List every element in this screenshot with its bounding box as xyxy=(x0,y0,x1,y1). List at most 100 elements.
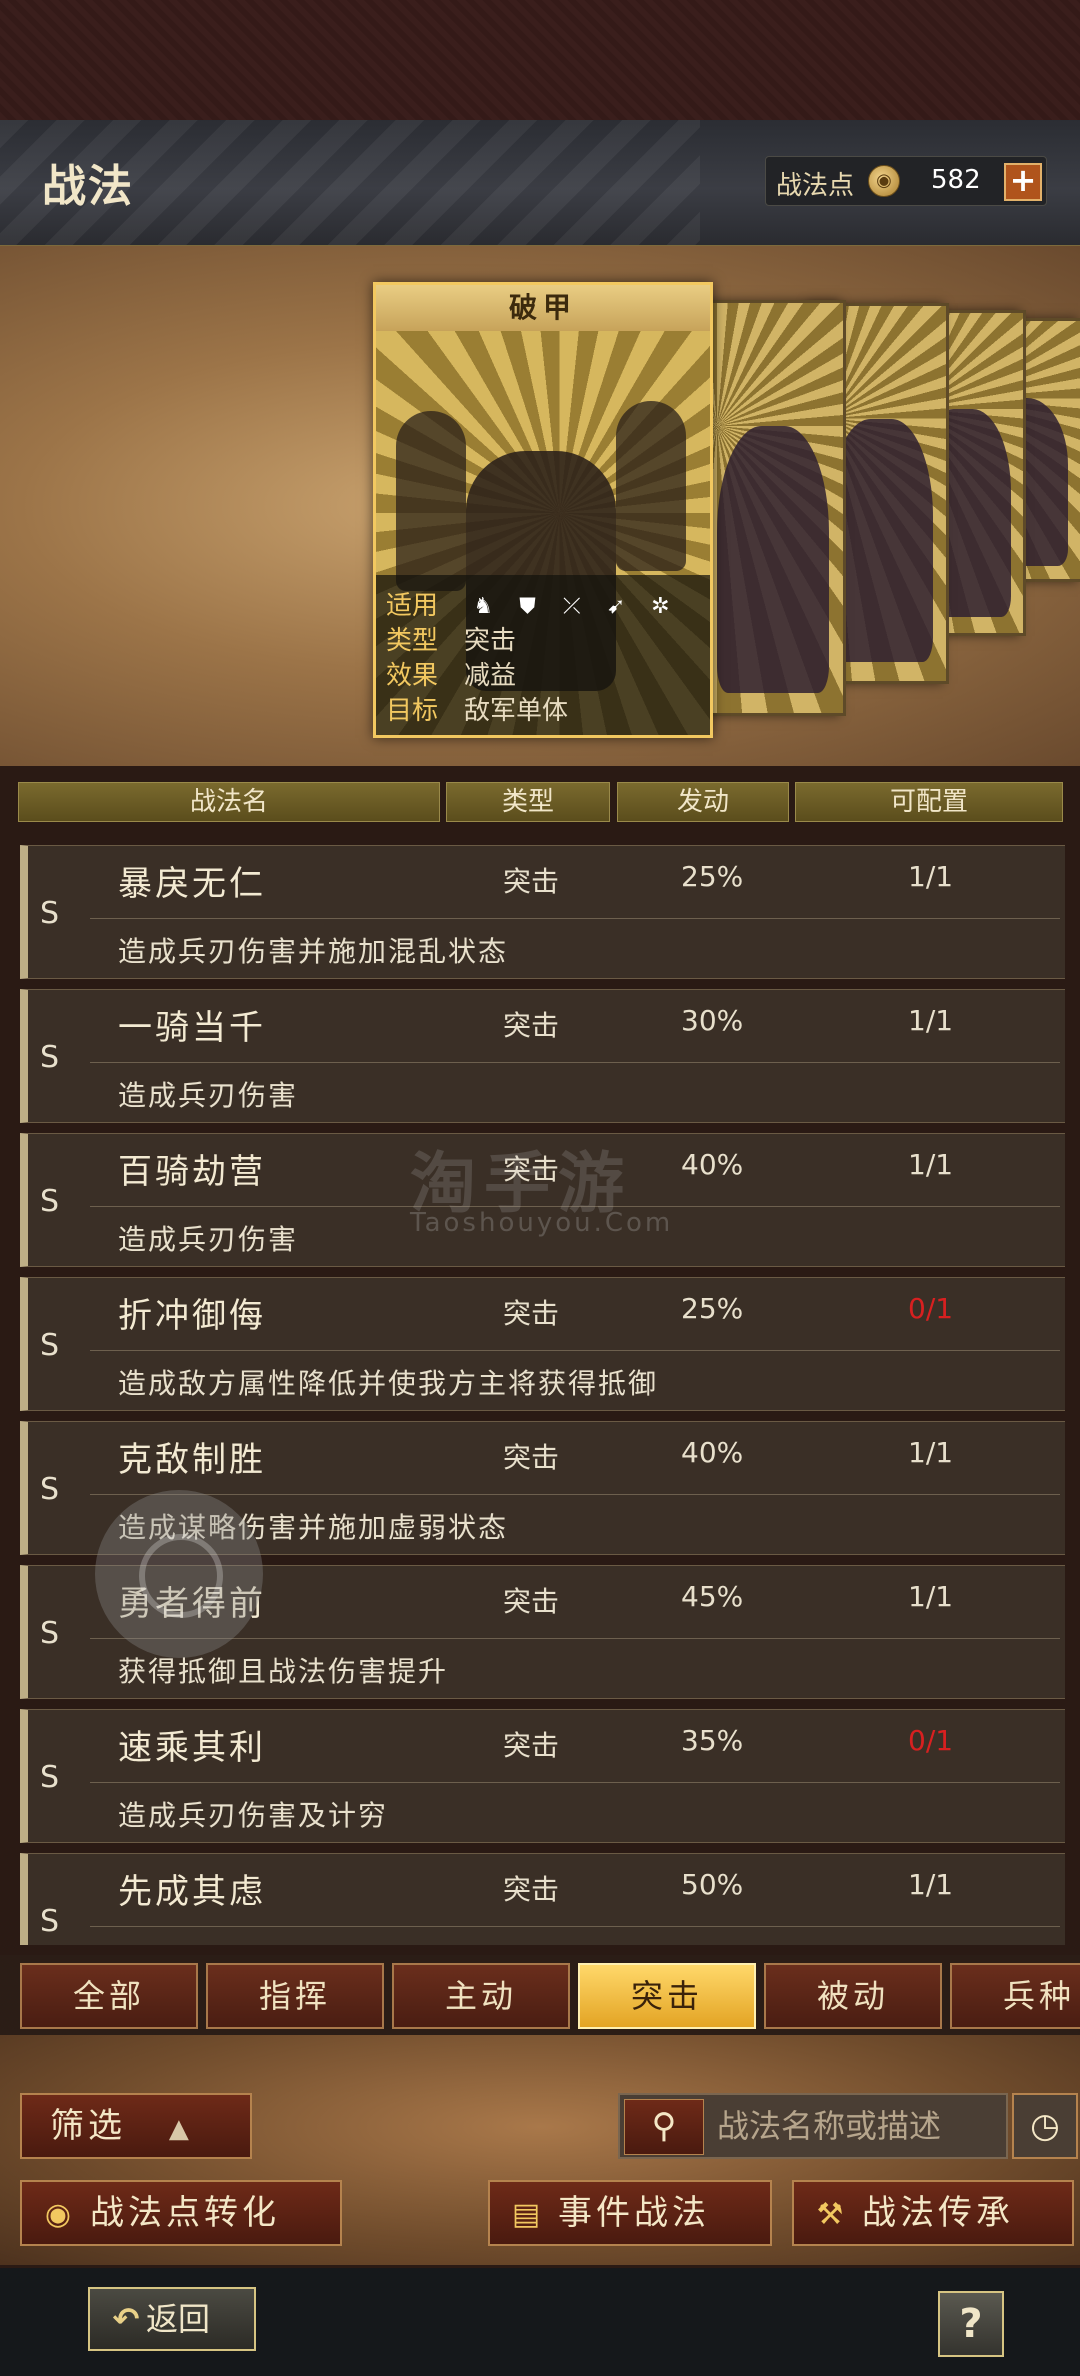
skill-description: 造成兵刃伤害并施加混乱状态 xyxy=(118,935,509,968)
skill-rate: 50% xyxy=(681,1868,744,1901)
skill-rate: 25% xyxy=(681,1292,744,1325)
skill-name: 一骑当千 xyxy=(118,1008,266,1048)
skill-grade: S xyxy=(40,1616,60,1651)
tactic-point-coin-icon: ◉ xyxy=(868,165,900,197)
event-label: 事件战法 xyxy=(558,2193,710,2233)
convert-points-button[interactable]: ◉ 战法点转化 xyxy=(20,2180,342,2246)
filter-button[interactable]: 筛选 ▲ xyxy=(20,2093,252,2159)
hammer-icon: ⚒ xyxy=(816,2196,848,2232)
tactic-points-panel: 战法点 ◉ 582 + xyxy=(765,156,1047,206)
tab-passive[interactable]: 被动 xyxy=(764,1963,942,2029)
back-label: 返回 xyxy=(146,2300,211,2338)
shield-icon: ⛊ xyxy=(519,593,536,619)
skill-grade: S xyxy=(40,1904,60,1939)
convert-label: 战法点转化 xyxy=(90,2193,280,2233)
skill-rate: 35% xyxy=(681,1724,744,1757)
spear-icon: ➹ xyxy=(606,593,626,619)
card-row-key: 类型 xyxy=(386,626,439,656)
column-header-name[interactable]: 战法名 xyxy=(18,782,440,822)
column-header-rate[interactable]: 发动 xyxy=(617,782,789,822)
filter-label: 筛选 xyxy=(50,2106,126,2146)
skill-card[interactable] xyxy=(700,300,846,716)
skill-grade: S xyxy=(40,1472,60,1507)
skill-type: 突击 xyxy=(503,1009,560,1042)
skill-type: 突击 xyxy=(503,1441,560,1474)
inherit-label: 战法传承 xyxy=(862,2193,1014,2233)
cavalry-icon: ♞ xyxy=(473,593,494,619)
floating-assist-button[interactable] xyxy=(95,1490,263,1658)
add-points-button[interactable]: + xyxy=(1004,163,1042,201)
card-row-key: 目标 xyxy=(386,696,439,726)
skill-config: 0/1 xyxy=(908,1292,954,1325)
skill-config: 1/1 xyxy=(908,1004,954,1037)
skill-config: 1/1 xyxy=(908,1868,954,1901)
skill-type: 突击 xyxy=(503,1585,560,1618)
wheel-icon: ✲ xyxy=(651,593,670,619)
skill-type: 突击 xyxy=(503,1729,560,1762)
column-header-type[interactable]: 类型 xyxy=(446,782,610,822)
skill-grade: S xyxy=(40,896,60,931)
event-tactics-button[interactable]: ▤ 事件战法 xyxy=(488,2180,772,2246)
tab-active[interactable]: 主动 xyxy=(392,1963,570,2029)
skill-description: 造成兵刃伤害 xyxy=(118,1079,299,1112)
back-button[interactable]: ↶ 返回 xyxy=(88,2287,256,2351)
tactic-point-coin-icon: ◉ xyxy=(44,2196,76,2232)
skill-grade: S xyxy=(40,1328,60,1363)
skill-description: 造成敌方属性降低并使我方主将获得抵御 xyxy=(118,1367,659,1400)
card-row-value: 减益 xyxy=(464,661,517,691)
skill-rate: 30% xyxy=(681,1004,744,1037)
skill-name: 克敌制胜 xyxy=(118,1440,266,1480)
tab-all[interactable]: 全部 xyxy=(20,1963,198,2029)
skill-row[interactable]: S 速乘其利 突击 35% 0/1 造成兵刃伤害及计穷 xyxy=(20,1709,1065,1843)
skill-config: 1/1 xyxy=(908,1580,954,1613)
skill-type: 突击 xyxy=(503,865,560,898)
tactic-points-label: 战法点 xyxy=(776,171,855,201)
featured-card-info: 适用 ♞ ⛊ ⤫ ➹ ✲ 类型 突击 效果 减益 目标 敌军单体 xyxy=(376,575,710,735)
page-title: 战法 xyxy=(42,161,134,212)
skill-grade: S xyxy=(40,1184,60,1219)
skill-config: 1/1 xyxy=(908,1436,954,1469)
tactic-points-value: 582 xyxy=(931,165,981,195)
skill-row[interactable]: S 先成其虑 突击 50% 1/1 xyxy=(20,1853,1065,1945)
scroll-icon: ▤ xyxy=(511,2196,545,2232)
tab-command[interactable]: 指挥 xyxy=(206,1963,384,2029)
help-button[interactable]: ? xyxy=(938,2291,1004,2357)
skill-name: 折冲御侮 xyxy=(118,1296,266,1336)
skill-config: 1/1 xyxy=(908,860,954,893)
inherit-tactics-button[interactable]: ⚒ 战法传承 xyxy=(792,2180,1074,2246)
skill-grade: S xyxy=(40,1040,60,1075)
skill-row[interactable]: S 暴戾无仁 突击 25% 1/1 造成兵刃伤害并施加混乱状态 xyxy=(20,845,1065,979)
search-box[interactable]: ⚲ xyxy=(618,2093,1008,2159)
card-row-value: 突击 xyxy=(464,626,517,656)
clock-icon[interactable]: ◷ xyxy=(1012,2093,1078,2159)
skill-row[interactable]: S 一骑当千 突击 30% 1/1 造成兵刃伤害 xyxy=(20,989,1065,1123)
card-row-key: 效果 xyxy=(386,661,439,691)
skill-rate: 45% xyxy=(681,1580,744,1613)
bow-icon: ⤫ xyxy=(562,593,581,619)
skill-type: 突击 xyxy=(503,1873,560,1906)
skill-grade: S xyxy=(40,1760,60,1795)
skill-list[interactable]: S 暴戾无仁 突击 25% 1/1 造成兵刃伤害并施加混乱状态 S 一骑当千 突… xyxy=(20,845,1065,1945)
search-input[interactable] xyxy=(715,2101,999,2151)
skill-description: 造成兵刃伤害 xyxy=(118,1223,299,1256)
skill-rate: 40% xyxy=(681,1436,744,1469)
watermark-en: Taoshouyou.Com xyxy=(410,1208,674,1238)
column-header-config[interactable]: 可配置 xyxy=(795,782,1063,822)
skill-name: 先成其虑 xyxy=(118,1872,266,1912)
skill-config: 0/1 xyxy=(908,1724,954,1757)
skill-type: 突击 xyxy=(503,1297,560,1330)
skill-name: 速乘其利 xyxy=(118,1728,266,1768)
featured-skill-card[interactable]: 破甲 适用 ♞ ⛊ ⤫ ➹ ✲ 类型 突击 效果 减益 目标 敌军单体 xyxy=(373,282,713,738)
back-arrow-icon: ↶ xyxy=(112,2300,140,2338)
triangle-up-icon: ▲ xyxy=(168,2114,193,2144)
tab-assault[interactable]: 突击 xyxy=(578,1963,756,2029)
skill-row[interactable]: S 折冲御侮 突击 25% 0/1 造成敌方属性降低并使我方主将获得抵御 xyxy=(20,1277,1065,1411)
skill-name: 暴戾无仁 xyxy=(118,864,266,904)
skill-rate: 25% xyxy=(681,860,744,893)
card-row-value: 敌军单体 xyxy=(464,696,569,726)
search-icon[interactable]: ⚲ xyxy=(624,2099,704,2155)
category-tabs: 全部 指挥 主动 突击 被动 兵种 xyxy=(0,1955,1080,2035)
featured-card-name: 破甲 xyxy=(376,285,710,331)
tab-troop[interactable]: 兵种 xyxy=(950,1963,1080,2029)
skill-config: 1/1 xyxy=(908,1148,954,1181)
